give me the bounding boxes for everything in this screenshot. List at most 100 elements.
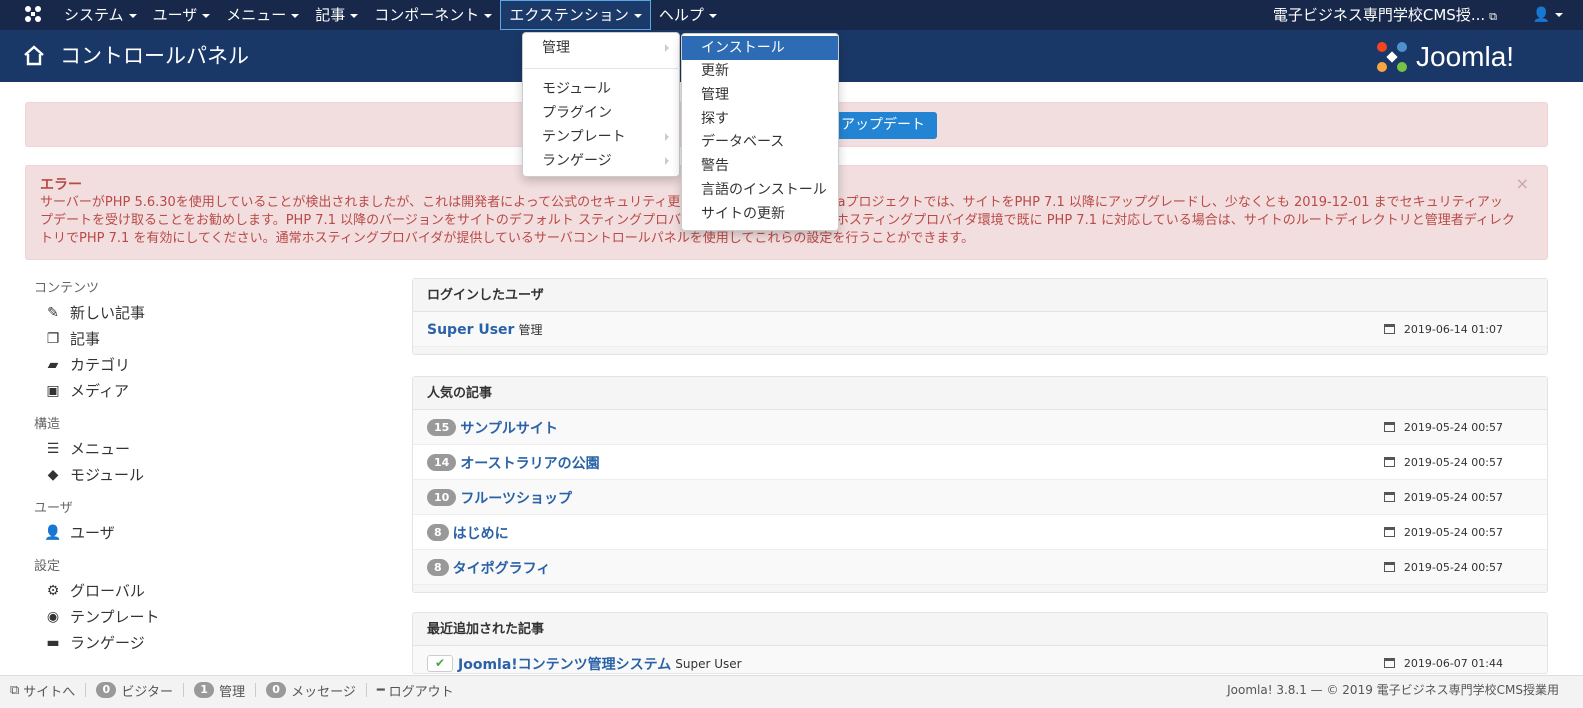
submenu-item-update-sites[interactable]: サイトの更新 [682, 202, 838, 226]
submenu-item-install-languages[interactable]: 言語のインストール [682, 178, 838, 202]
caret-down-icon [708, 13, 717, 18]
sidebar-item-menus[interactable]: ☰ メニュー [34, 436, 374, 462]
calendar-icon [1383, 562, 1395, 572]
main-menu: システム ユーザ メニュー 記事 コンポーネント エクステンション ヘルプ [56, 0, 725, 30]
caret-down-icon [202, 13, 211, 18]
article-link[interactable]: タイポグラフィ [453, 558, 551, 578]
version-info: Joomla! 3.8.1 — © 2019 電子ビジネス専門学校CMS授業用 [1227, 683, 1559, 697]
messages-link[interactable]: 0 メッセージ [256, 682, 367, 700]
sidebar-item-media[interactable]: ▣ メディア [34, 378, 374, 404]
sidebar-item-new-article[interactable]: ✎ 新しい記事 [34, 300, 374, 326]
chevron-right-icon [665, 44, 669, 52]
article-link[interactable]: はじめに [453, 523, 509, 543]
hits-badge: 14 [427, 454, 457, 471]
sidebar-item-templates[interactable]: ◉ テンプレート [34, 604, 374, 630]
folder-icon: ▰ [47, 357, 59, 373]
alert-heading: エラー [40, 177, 82, 193]
gear-icon: ⚙ [46, 583, 60, 599]
submenu-item-install[interactable]: インストール [682, 36, 838, 60]
chevron-right-icon [665, 157, 669, 165]
joomla-brand-icon [1377, 42, 1407, 72]
article-link[interactable]: フルーツショップ [460, 488, 572, 508]
calendar-icon [1383, 492, 1395, 502]
nav-extensions[interactable]: エクステンション [500, 0, 651, 30]
extensions-dropdown: 管理 モジュール プラグイン テンプレート ランゲージ [522, 32, 680, 177]
minus-icon: ━ [376, 682, 385, 698]
close-icon[interactable]: × [1516, 174, 1529, 193]
recent-articles-module: 最近追加された記事 ✔ Joomla!コンテンツ管理システム Super User … [412, 612, 1548, 674]
logged-users-module: ログインしたユーザ Super User 管理 2019-06-14 01:07 [412, 278, 1548, 355]
submenu-item-update[interactable]: 更新 [682, 59, 838, 83]
home-icon [22, 44, 46, 68]
user-menu[interactable]: 👤 [1533, 0, 1563, 30]
calendar-icon [1383, 658, 1395, 668]
user-icon: 👤 [1532, 7, 1550, 23]
caret-down-icon [484, 13, 493, 18]
administrators-link[interactable]: 1 管理 [184, 682, 257, 700]
hits-badge: 8 [427, 559, 449, 576]
article-link[interactable]: オーストラリアの公園 [460, 453, 599, 473]
manage-submenu: インストール 更新 管理 探す データベース 警告 言語のインストール サイトの… [681, 33, 839, 231]
menu-item-modules[interactable]: モジュール [523, 77, 679, 101]
view-site-link[interactable]: ⧉ サイトへ [10, 682, 87, 700]
visitors-link[interactable]: 0 ビジター [86, 682, 185, 700]
update-now-button[interactable]: アップデート [826, 112, 937, 139]
logout-link[interactable]: ━ ログアウト [367, 682, 464, 700]
sidebar-head-structure: 構造 [34, 417, 61, 432]
cube-icon: ◆ [47, 467, 59, 483]
nav-help[interactable]: ヘルプ [651, 0, 725, 30]
caret-down-icon [633, 13, 642, 18]
top-navbar: システム ユーザ メニュー 記事 コンポーネント エクステンション ヘルプ 電子… [0, 0, 1583, 30]
menu-item-manage[interactable]: 管理 [523, 36, 679, 60]
joomla-brand: Joomla! [1374, 38, 1514, 76]
module-title: ログインしたユーザ [413, 279, 1547, 312]
sidebar-item-global[interactable]: ⚙ グローバル [34, 578, 374, 604]
nav-components[interactable]: コンポーネント [366, 0, 500, 30]
joomla-logo-icon[interactable] [22, 4, 44, 26]
hits-badge: 15 [427, 419, 457, 436]
table-row: 10 フルーツショップ 2019-05-24 00:57 [413, 480, 1547, 515]
sidebar-head-users: ユーザ [34, 501, 73, 516]
sidebar-head-configuration: 設定 [34, 559, 61, 574]
caret-down-icon [1555, 13, 1563, 17]
menu-item-plugins[interactable]: プラグイン [523, 101, 679, 125]
external-link-icon: ⧉ [1489, 10, 1497, 23]
menu-item-languages[interactable]: ランゲージ [523, 149, 679, 173]
submenu-item-database[interactable]: データベース [682, 130, 838, 154]
module-title: 人気の記事 [413, 377, 1547, 410]
caret-down-icon [291, 13, 300, 18]
image-icon: ▣ [46, 383, 60, 399]
site-link[interactable]: 電子ビジネス専門学校CMS授... ⧉ [1273, 0, 1497, 30]
chevron-right-icon [665, 133, 669, 141]
submenu-item-warnings[interactable]: 警告 [682, 154, 838, 178]
article-link[interactable]: サンプルサイト [460, 418, 558, 438]
sidebar-item-articles[interactable]: ❐ 記事 [34, 326, 374, 352]
nav-system[interactable]: システム [56, 0, 145, 30]
sidebar-item-languages[interactable]: ▬ ランゲージ [34, 630, 374, 656]
sidebar-head-content: コンテンツ [34, 281, 100, 296]
sidebar-item-modules[interactable]: ◆ モジュール [34, 462, 374, 488]
menu-item-templates[interactable]: テンプレート [523, 125, 679, 149]
sidebar-item-users[interactable]: 👤 ユーザ [34, 520, 374, 546]
module-title: 最近追加された記事 [413, 613, 1547, 646]
eye-icon: ◉ [46, 609, 60, 625]
external-link-icon: ⧉ [10, 682, 20, 698]
submenu-item-manage[interactable]: 管理 [682, 83, 838, 107]
nav-users[interactable]: ユーザ [145, 0, 219, 30]
copy-icon: ❐ [46, 331, 60, 347]
submenu-item-discover[interactable]: 探す [682, 107, 838, 131]
article-link[interactable]: Joomla!コンテンツ管理システム [458, 654, 671, 674]
pencil-icon: ✎ [47, 305, 59, 321]
page-title: コントロールパネル [60, 44, 249, 68]
user-link[interactable]: Super User [427, 322, 514, 338]
nav-menus[interactable]: メニュー [218, 0, 307, 30]
hits-badge: 8 [427, 524, 449, 541]
caret-down-icon [128, 13, 137, 18]
caret-down-icon [350, 13, 359, 18]
status-bar: ⧉ サイトへ 0 ビジター 1 管理 0 メッセージ ━ ログアウト Joomla! 3.… [0, 675, 1583, 708]
sidebar-item-categories[interactable]: ▰ カテゴリ [34, 352, 374, 378]
calendar-icon [1383, 324, 1395, 334]
nav-content[interactable]: 記事 [307, 0, 366, 30]
published-check-icon[interactable]: ✔ [427, 655, 453, 672]
table-row: Super User 管理 2019-06-14 01:07 [413, 312, 1547, 347]
